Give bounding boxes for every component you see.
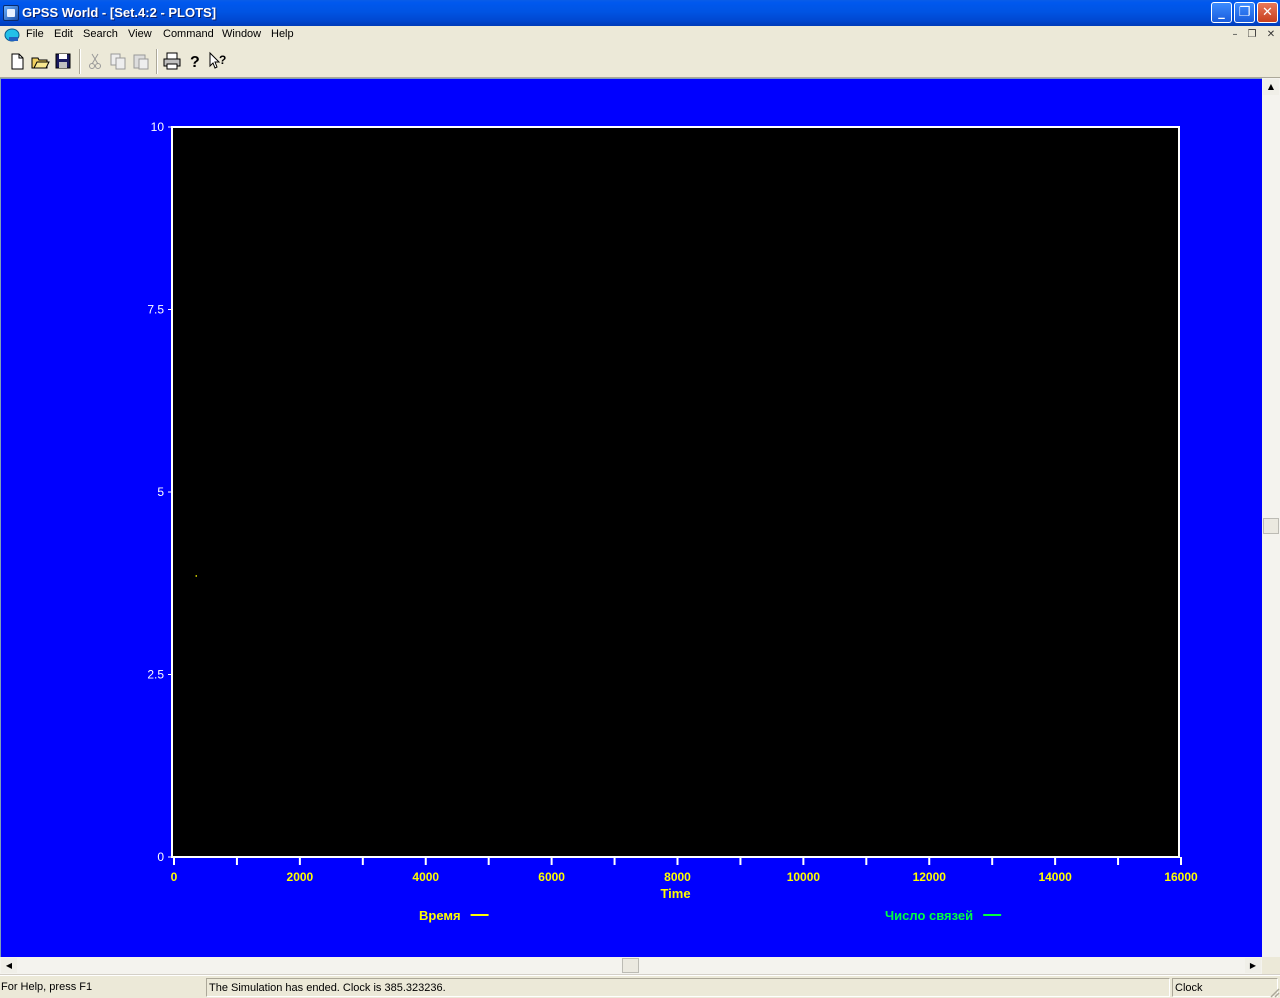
paste-icon xyxy=(133,54,149,70)
x-tick-label: 4000 xyxy=(412,870,439,884)
x-tick-label: 0 xyxy=(171,870,178,884)
context-help-icon: ? xyxy=(209,51,226,69)
copy-button[interactable] xyxy=(107,50,129,72)
help-button[interactable]: ? xyxy=(184,50,206,72)
restore-icon: ❐ xyxy=(1238,5,1251,20)
y-tick-label: 5 xyxy=(157,485,164,499)
y-tick-label: 7.5 xyxy=(147,303,164,317)
toolbar: ? ? xyxy=(0,45,1280,78)
x-tick-label: 10000 xyxy=(787,870,821,884)
series-point xyxy=(195,575,198,577)
maximize-button[interactable]: ❐ xyxy=(1234,2,1255,23)
y-tick-label: 10 xyxy=(151,120,165,134)
cut-icon xyxy=(89,53,101,69)
close-button[interactable]: ✕ xyxy=(1257,2,1278,23)
open-button[interactable] xyxy=(29,50,51,72)
document-icon[interactable] xyxy=(4,28,20,42)
horizontal-scroll-thumb[interactable] xyxy=(622,958,639,973)
legend-item: Число связей xyxy=(885,908,1002,923)
window-title: GPSS World - [Set.4:2 - PLOTS] xyxy=(22,5,217,20)
new-icon xyxy=(11,53,24,70)
menu-edit[interactable]: Edit xyxy=(54,28,73,40)
x-tick-label: 16000 xyxy=(1164,870,1198,884)
menu-help[interactable]: Help xyxy=(271,28,294,40)
menu-bar: File Edit Search View Command Window Hel… xyxy=(0,26,1280,45)
plot-area xyxy=(171,126,1180,858)
menu-file[interactable]: File xyxy=(26,28,44,40)
status-bar: For Help, press F1 The Simulation has en… xyxy=(0,975,1280,998)
context-help-button[interactable]: ? xyxy=(207,50,229,72)
x-axis-title: Time xyxy=(660,886,690,901)
menu-command[interactable]: Command xyxy=(163,28,214,40)
toolbar-separator xyxy=(156,49,158,74)
menu-window[interactable]: Window xyxy=(222,28,261,40)
vertical-scrollbar[interactable]: ▲ ▼ xyxy=(1262,78,1280,974)
toolbar-separator xyxy=(79,49,81,74)
copy-icon xyxy=(110,53,126,70)
scroll-left-icon[interactable]: ◀ xyxy=(1,958,17,973)
open-icon xyxy=(31,57,50,69)
print-button[interactable] xyxy=(161,50,183,72)
x-tick-label: 14000 xyxy=(1038,870,1072,884)
title-bar[interactable]: GPSS World - [Set.4:2 - PLOTS] _ ❐ ✕ xyxy=(0,0,1280,26)
mdi-restore-icon[interactable]: ❐ xyxy=(1245,29,1259,42)
cut-button[interactable] xyxy=(84,50,106,72)
mdi-close-icon[interactable]: ✕ xyxy=(1264,29,1278,42)
new-button[interactable] xyxy=(6,50,28,72)
close-icon: ✕ xyxy=(1262,5,1273,20)
plot-window: 0 2000 4000 6000 8000 10000 12000 14000 16000 0 2.… xyxy=(0,78,1262,958)
menu-view[interactable]: View xyxy=(128,28,152,40)
vertical-scroll-thumb[interactable] xyxy=(1263,518,1279,534)
legend-label: Время xyxy=(419,908,461,923)
x-tick-label: 12000 xyxy=(913,870,947,884)
paste-button[interactable] xyxy=(130,50,152,72)
status-clock: Clock xyxy=(1172,978,1278,997)
y-tick-label: 0 xyxy=(157,850,164,864)
save-button[interactable] xyxy=(52,50,74,72)
legend-item: Время xyxy=(419,908,489,923)
help-icon: ? xyxy=(190,54,200,71)
scroll-corner xyxy=(1262,957,1280,974)
x-tick-label: 2000 xyxy=(287,870,314,884)
status-message: The Simulation has ended. Clock is 385.3… xyxy=(206,978,1170,997)
mdi-minimize-icon[interactable]: – xyxy=(1228,29,1242,42)
x-tick-label: 8000 xyxy=(664,870,691,884)
svg-text:?: ? xyxy=(219,53,226,67)
horizontal-scrollbar[interactable]: ◀ ▶ xyxy=(0,957,1262,974)
app-icon[interactable] xyxy=(3,5,19,21)
print-icon xyxy=(163,52,181,70)
scroll-right-icon[interactable]: ▶ xyxy=(1245,958,1261,973)
legend-label: Число связей xyxy=(885,908,973,923)
svg-text:?: ? xyxy=(190,54,200,71)
minimize-icon: _ xyxy=(1218,5,1225,20)
minimize-button[interactable]: _ xyxy=(1211,2,1232,23)
scroll-up-icon[interactable]: ▲ xyxy=(1263,79,1279,95)
plot-chart: 0 2000 4000 6000 8000 10000 12000 14000 16000 0 2.… xyxy=(147,120,1198,923)
size-grip-icon[interactable] xyxy=(1268,986,1280,998)
status-help-text: For Help, press F1 xyxy=(1,981,93,993)
save-icon xyxy=(55,53,71,69)
y-tick-label: 2.5 xyxy=(147,668,164,682)
x-tick-label: 6000 xyxy=(538,870,565,884)
menu-search[interactable]: Search xyxy=(83,28,118,40)
